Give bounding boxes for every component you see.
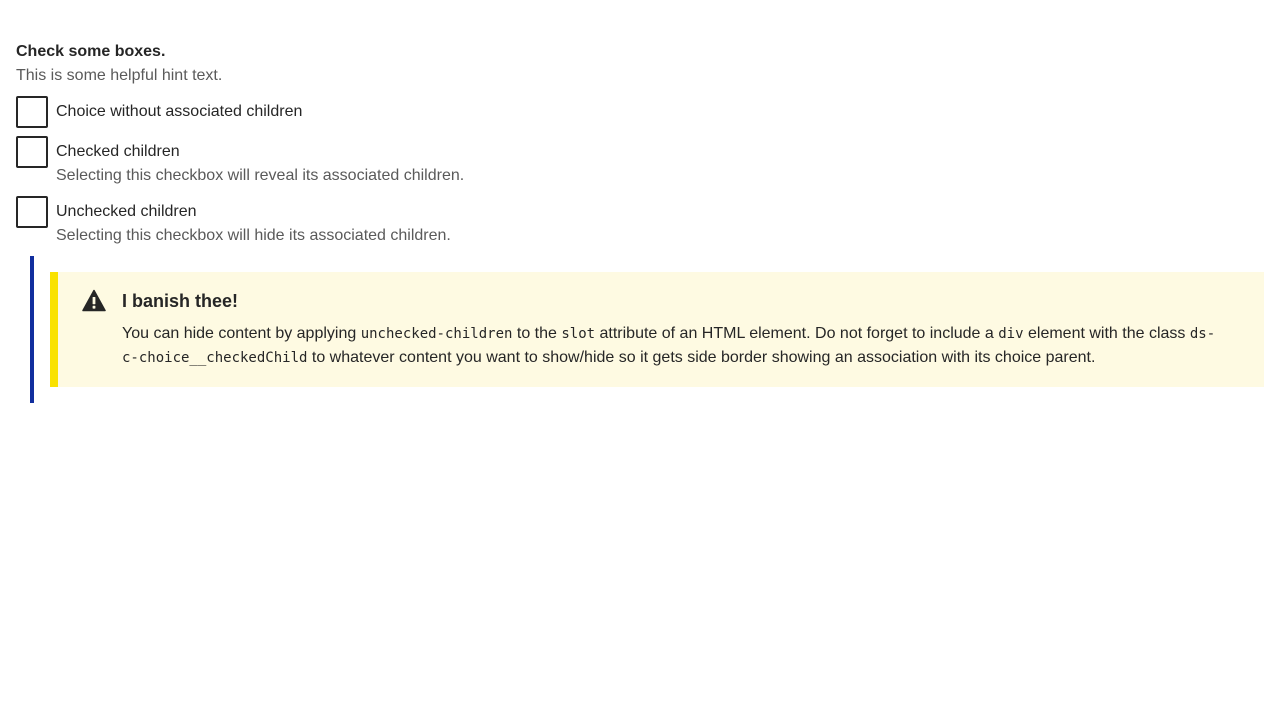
alert-heading: I banish thee! <box>122 291 239 311</box>
checkbox-checked-children[interactable] <box>16 136 48 168</box>
choice-unchecked-children[interactable]: Unchecked children Selecting this checkb… <box>16 196 1264 248</box>
choice-label[interactable]: Unchecked children <box>56 200 451 224</box>
alert-code: slot <box>561 326 596 342</box>
checkbox-unchecked-children[interactable] <box>16 196 48 228</box>
warning-icon <box>82 289 106 312</box>
choice-checked-children[interactable]: Checked children Selecting this checkbox… <box>16 136 1264 188</box>
alert-text-part: to whatever content you want to show/hid… <box>307 349 1096 366</box>
fieldset-hint: This is some helpful hint text. <box>16 67 223 84</box>
alert-code: div <box>998 326 1024 342</box>
choice-label[interactable]: Checked children <box>56 140 464 164</box>
alert-text-part: element with the class <box>1023 325 1190 342</box>
alert-text-part: to the <box>512 325 562 342</box>
checkbox-fieldset: Check some boxes. This is some helpful h… <box>16 40 1264 248</box>
alert-text-part: attribute of an HTML element. Do not for… <box>595 325 999 342</box>
checkbox-no-children[interactable] <box>16 96 48 128</box>
choice-text: Checked children Selecting this checkbox… <box>56 136 464 188</box>
alert-body: I banish thee! You can hide content by a… <box>122 289 1224 370</box>
choice-text: Choice without associated children <box>56 96 302 124</box>
checked-child-border <box>30 256 34 403</box>
choice-hint: Selecting this checkbox will hide its as… <box>56 227 451 244</box>
alert-text: You can hide content by applying uncheck… <box>122 322 1224 370</box>
choice-hint: Selecting this checkbox will reveal its … <box>56 167 465 184</box>
choice-text: Unchecked children Selecting this checkb… <box>56 196 451 248</box>
choice-label[interactable]: Choice without associated children <box>56 100 302 124</box>
alert-text-part: You can hide content by applying <box>122 325 361 342</box>
fieldset-legend: Check some boxes. <box>16 43 166 60</box>
warning-alert: I banish thee! You can hide content by a… <box>50 272 1264 387</box>
choice-no-children[interactable]: Choice without associated children <box>16 96 1264 128</box>
alert-code: unchecked-children <box>360 326 513 342</box>
